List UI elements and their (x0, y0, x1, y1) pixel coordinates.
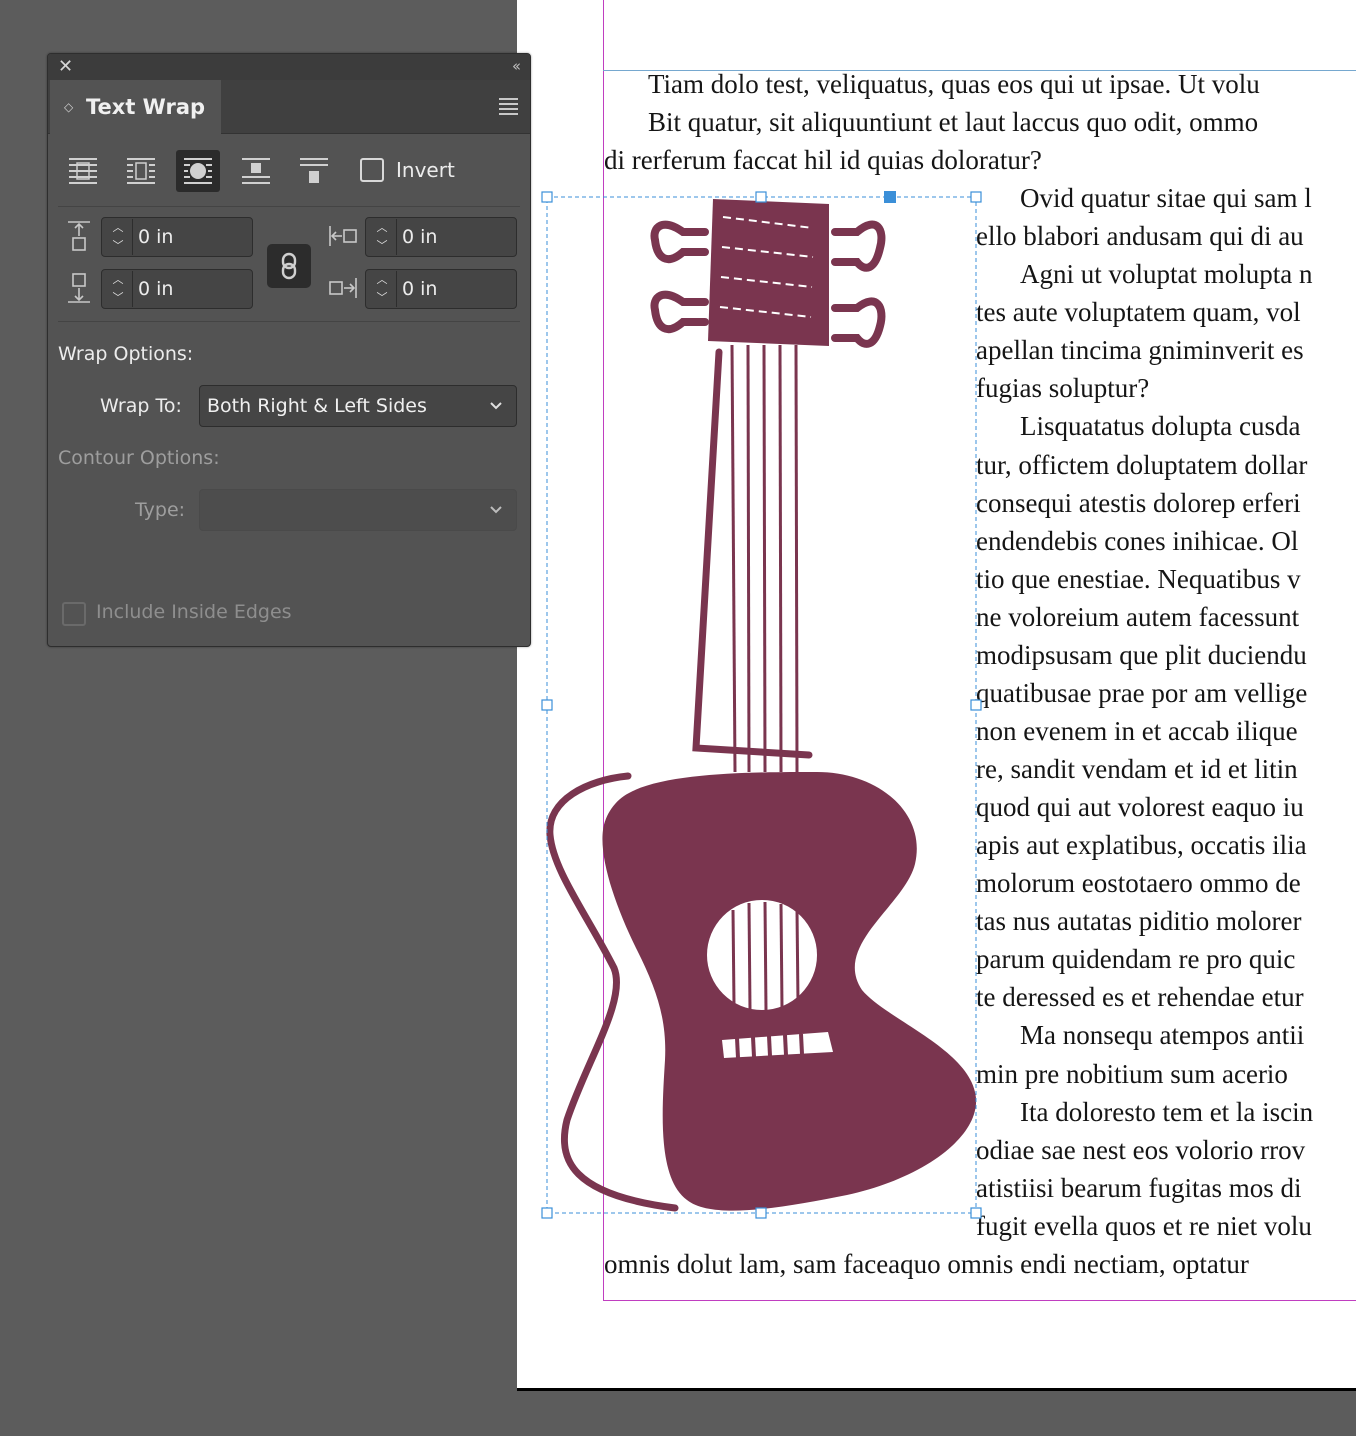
tab-text-wrap[interactable]: ◇ Text Wrap (50, 80, 221, 134)
margin-guide-left (603, 0, 604, 1301)
text-wrap-panel: ✕ ‹‹ ◇ Text Wrap Invert ︿ ﹀ 0 in ︿ ﹀ 0 i… (47, 53, 531, 647)
top-offset-stepper[interactable]: ︿ ﹀ (104, 219, 133, 255)
panel-menu-icon[interactable] (499, 98, 518, 118)
wrap-object-shape-icon (184, 158, 212, 184)
body-text-line[interactable]: apellan tincima gniminverit es (976, 331, 1304, 369)
body-text-line[interactable]: apis aut explatibus, occatis ilia (976, 826, 1307, 864)
invert-checkbox[interactable] (360, 158, 384, 182)
body-text-line[interactable]: odiae sae nest eos volorio rrov (976, 1131, 1305, 1169)
body-text-line[interactable]: tur, offictem doluptatem dollar (976, 446, 1307, 484)
body-text-line[interactable]: ne voloreium autem facessunt (976, 598, 1299, 636)
body-text-line[interactable]: Ovid quatur sitae qui sam l (1020, 179, 1312, 217)
top-offset-field[interactable]: ︿ ﹀ (101, 217, 253, 257)
right-offset-input[interactable] (402, 270, 510, 308)
right-offset-field[interactable]: ︿ ﹀ (365, 269, 517, 309)
wrap-bounding-box-button[interactable] (119, 150, 163, 192)
body-text-line[interactable]: consequi atestis dolorep erferi (976, 484, 1301, 522)
no-text-wrap-icon (69, 158, 97, 184)
left-offset-icon (329, 226, 357, 246)
body-text-line[interactable]: quod qui aut volorest eaquo iu (976, 788, 1304, 826)
body-text-line[interactable]: parum quidendam re pro quic (976, 940, 1295, 978)
right-offset-stepper[interactable]: ︿ ﹀ (368, 271, 397, 307)
make-all-settings-same-button[interactable] (267, 244, 311, 288)
body-text-line[interactable]: omnis dolut lam, sam faceaquo omnis endi… (604, 1245, 1249, 1283)
body-text-line[interactable]: quatibusae prae por am vellige (976, 674, 1307, 712)
guitar-illustration[interactable] (546, 199, 977, 1212)
body-text-line[interactable]: non evenem in et accab ilique (976, 712, 1298, 750)
bottom-offset-stepper[interactable]: ︿ ﹀ (104, 271, 133, 307)
chevron-down-icon (490, 506, 502, 514)
wrap-object-shape-button[interactable] (176, 150, 220, 192)
body-text-line[interactable]: re, sandit vendam et id et litin (976, 750, 1298, 788)
no-text-wrap-button[interactable] (61, 150, 105, 192)
collapse-panel-icon[interactable]: ‹‹ (512, 57, 521, 75)
body-text-line[interactable]: tes aute voluptatem quam, vol (976, 293, 1301, 331)
jump-object-icon (242, 158, 270, 184)
wrap-to-label: Wrap To: (100, 395, 182, 417)
jump-to-next-column-button[interactable] (292, 150, 336, 192)
body-text-line[interactable]: fugias soluptur? (976, 369, 1149, 407)
content-grabber-handle (884, 191, 896, 203)
left-offset-stepper[interactable]: ︿ ﹀ (368, 219, 397, 255)
wrap-to-value: Both Right & Left Sides (207, 395, 427, 417)
left-offset-field[interactable]: ︿ ﹀ (365, 217, 517, 257)
body-text-line[interactable]: fugit evella quos et re niet volu (976, 1207, 1312, 1245)
body-text-line[interactable]: atistiisi bearum fugitas mos di (976, 1169, 1301, 1207)
invert-label: Invert (396, 158, 455, 182)
jump-object-button[interactable] (234, 150, 278, 192)
body-text-line[interactable]: Bit quatur, sit aliquuntiunt et laut lac… (648, 103, 1258, 141)
bottom-offset-input[interactable] (138, 270, 246, 308)
margin-guide-bottom (603, 1300, 1356, 1301)
wrap-bounding-box-icon (127, 158, 155, 184)
jump-to-next-column-icon (300, 158, 328, 183)
body-text-line[interactable]: Agni ut voluptat molupta n (1020, 255, 1312, 293)
body-text-line[interactable]: Tiam dolo test, veliquatus, quas eos qui… (648, 65, 1260, 103)
document-page: Tiam dolo test, veliquatus, quas eos qui… (517, 0, 1356, 1391)
panel-title-bar[interactable]: ✕ ‹‹ (48, 54, 530, 80)
top-offset-icon (68, 221, 90, 251)
right-offset-icon (329, 278, 357, 298)
top-offset-input[interactable] (138, 218, 246, 256)
body-text-line[interactable]: ello blabori andusam qui di au (976, 217, 1304, 255)
contour-type-dropdown[interactable] (199, 489, 517, 531)
body-text-line[interactable]: tas nus autatas piditio molorer (976, 902, 1301, 940)
body-text-line[interactable]: endendebis cones inihicae. Ol (976, 522, 1298, 560)
body-text-line[interactable]: min pre nobitium sum acerio (976, 1055, 1288, 1093)
divider (58, 206, 520, 207)
left-offset-input[interactable] (402, 218, 510, 256)
wrap-to-dropdown[interactable]: Both Right & Left Sides (199, 385, 517, 427)
type-label: Type: (135, 499, 186, 521)
body-text-line[interactable]: di rerferum faccat hil id quias doloratu… (604, 141, 1042, 179)
wrap-options-heading: Wrap Options: (58, 343, 194, 365)
body-text-line[interactable]: Ita doloresto tem et la iscin (1020, 1093, 1313, 1131)
chevron-down-icon (490, 402, 502, 410)
sort-arrows-icon: ◇ (64, 100, 74, 114)
close-icon[interactable]: ✕ (58, 58, 73, 76)
body-text-line[interactable]: tio que enestiae. Nequatibus v (976, 560, 1301, 598)
chain-link-icon (281, 252, 297, 280)
body-text-line[interactable]: te deressed es et rehendae etur (976, 978, 1304, 1016)
panel-tab-row: ◇ Text Wrap (48, 80, 530, 134)
divider (58, 321, 520, 322)
bottom-offset-icon (68, 273, 90, 303)
body-text-line[interactable]: modipsusam que plit duciendu (976, 636, 1307, 674)
body-text-line[interactable]: Ma nonsequ atempos antii (1020, 1016, 1304, 1054)
include-inside-edges-label: Include Inside Edges (96, 601, 292, 623)
bottom-offset-field[interactable]: ︿ ﹀ (101, 269, 253, 309)
contour-options-heading: Contour Options: (58, 447, 220, 469)
tab-label: Text Wrap (86, 95, 206, 119)
include-inside-edges-checkbox[interactable] (62, 602, 86, 626)
body-text-line[interactable]: molorum eostotaero ommo de (976, 864, 1301, 902)
body-text-line[interactable]: Lisquatatus dolupta cusda (1020, 407, 1300, 445)
